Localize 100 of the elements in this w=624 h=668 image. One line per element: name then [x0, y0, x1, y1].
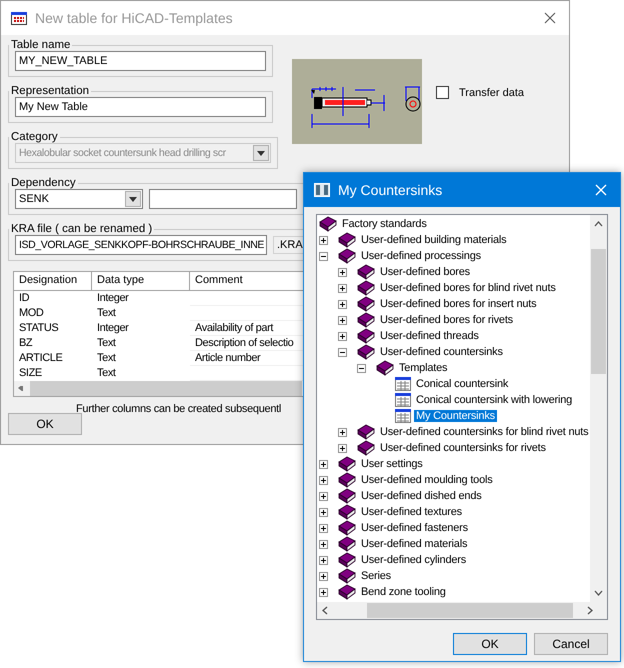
vertical-scrollbar[interactable]	[590, 215, 607, 602]
expand-icon[interactable]	[338, 300, 347, 308]
book-icon	[357, 440, 375, 456]
input-field[interactable]: MY_NEW_TABLE	[15, 51, 266, 71]
tree-item[interactable]: Conical countersink	[414, 378, 510, 390]
tree-item[interactable]: User-defined materials	[359, 538, 470, 550]
column-header[interactable]: Designation	[14, 272, 92, 291]
tree-item[interactable]: Series	[359, 570, 393, 582]
expand-icon[interactable]	[338, 444, 347, 452]
tree-item[interactable]: User-defined building materials	[359, 234, 508, 246]
input-field[interactable]	[149, 189, 297, 209]
expand-icon[interactable]	[319, 492, 328, 500]
field-label: Representation	[10, 85, 90, 97]
tree-item[interactable]: User-defined textures	[359, 506, 464, 518]
tree-item[interactable]: User-defined countersinks for rivets	[378, 442, 548, 454]
tree-item[interactable]: User-defined countersinks	[378, 346, 505, 358]
tree-item[interactable]: User-defined countersinks for blind rivet nuts	[378, 426, 590, 438]
book-icon	[319, 216, 337, 232]
ok-button[interactable]: OK	[8, 413, 82, 435]
tree-item[interactable]: User settings	[359, 458, 425, 470]
expand-icon[interactable]	[319, 540, 328, 548]
field-label: KRA file ( can be renamed )	[10, 223, 154, 235]
book-icon	[338, 536, 356, 552]
ok-button[interactable]: OK	[453, 633, 527, 655]
input-field[interactable]: ISD_VORLAGE_SENKKOPF-BOHRSCHRAUBE_INNE	[15, 235, 267, 255]
tree-item[interactable]: User-defined dished ends	[359, 490, 484, 502]
book-icon	[357, 328, 375, 344]
cancel-button[interactable]: Cancel	[534, 633, 608, 655]
expand-icon[interactable]	[319, 524, 328, 532]
tree-item[interactable]: User-defined bores for blind rivet nuts	[378, 282, 558, 294]
tree-item[interactable]: Templates	[397, 362, 450, 374]
window-title: New table for HiCAD-Templates	[35, 10, 234, 26]
table-icon	[395, 409, 411, 423]
horizontal-scrollbar[interactable]	[317, 602, 607, 619]
expand-icon[interactable]	[319, 588, 328, 596]
table-cell-text: STATUS	[18, 321, 60, 336]
tree-item[interactable]: User-defined cylinders	[359, 554, 468, 566]
table-cell-text: BZ	[18, 336, 34, 351]
horizontal-scrollbar[interactable]	[14, 381, 302, 396]
tree-item[interactable]: User-defined moulding tools	[359, 474, 495, 486]
dropdown-arrow-icon	[257, 150, 265, 156]
book-icon	[357, 280, 375, 296]
scroll-down-icon[interactable]	[594, 590, 603, 596]
expand-icon[interactable]	[338, 316, 347, 324]
dependency-dropdown[interactable]: SENK	[15, 189, 143, 209]
expand-icon[interactable]	[319, 556, 328, 564]
scroll-up-icon[interactable]	[594, 221, 603, 227]
book-icon	[338, 248, 356, 264]
book-icon	[338, 520, 356, 536]
tree-item[interactable]: My Countersinks	[414, 410, 497, 422]
table-cell-text: SIZE	[18, 366, 43, 381]
tree-item[interactable]: Factory standards	[340, 218, 429, 230]
tree-item[interactable]: User-defined fasteners	[359, 522, 470, 534]
tree-item[interactable]: User-defined bores	[378, 266, 472, 278]
input-field[interactable]: My New Table	[15, 97, 266, 117]
book-icon	[357, 424, 375, 440]
field-label: Table name	[10, 39, 72, 51]
collapse-icon[interactable]	[319, 252, 328, 260]
book-icon	[376, 360, 394, 376]
book-icon	[338, 504, 356, 520]
table-cell-text: Text	[96, 336, 117, 351]
column-header[interactable]: Data type	[92, 272, 190, 291]
expand-icon[interactable]	[338, 268, 347, 276]
book-icon	[338, 552, 356, 568]
scroll-right-icon[interactable]	[587, 606, 594, 615]
tree-item[interactable]: Bend zone tooling	[359, 586, 448, 598]
expand-icon[interactable]	[319, 572, 328, 580]
table-cell-text: Text	[96, 351, 117, 366]
expand-icon[interactable]	[319, 236, 328, 244]
table-icon	[395, 393, 411, 407]
dropdown-arrow-icon	[129, 196, 137, 202]
field-label: Category	[10, 131, 59, 143]
book-icon	[338, 456, 356, 472]
collapse-icon[interactable]	[357, 364, 366, 372]
tree-item[interactable]: User-defined processings	[359, 250, 483, 262]
window-title: My Countersinks	[338, 182, 444, 198]
checkbox[interactable]	[436, 86, 449, 99]
expand-icon[interactable]	[338, 428, 347, 436]
book-icon	[338, 488, 356, 504]
expand-icon[interactable]	[338, 332, 347, 340]
table-cell-text: Text	[96, 306, 117, 321]
hint-text: Further columns can be created subsequentl	[76, 403, 282, 415]
expand-icon[interactable]	[319, 476, 328, 484]
expand-icon[interactable]	[338, 284, 347, 292]
tree-item[interactable]: User-defined bores for insert nuts	[378, 298, 538, 310]
collapse-icon[interactable]	[338, 348, 347, 356]
tree-item[interactable]: Conical countersink with lowering	[414, 394, 574, 406]
tree-item[interactable]: User-defined bores for rivets	[378, 314, 515, 326]
expand-icon[interactable]	[319, 508, 328, 516]
book-icon	[338, 472, 356, 488]
table-cell-text: Integer	[96, 291, 130, 306]
table-cell-text: ARTICLE	[18, 351, 64, 366]
window-icon	[314, 183, 330, 197]
table-cell-text: MOD	[18, 306, 44, 321]
scroll-left-icon[interactable]	[322, 606, 328, 615]
book-icon	[338, 584, 356, 600]
expand-icon[interactable]	[319, 460, 328, 468]
table-icon	[395, 377, 411, 391]
tree-item[interactable]: User-defined threads	[378, 330, 481, 342]
book-icon	[357, 264, 375, 280]
